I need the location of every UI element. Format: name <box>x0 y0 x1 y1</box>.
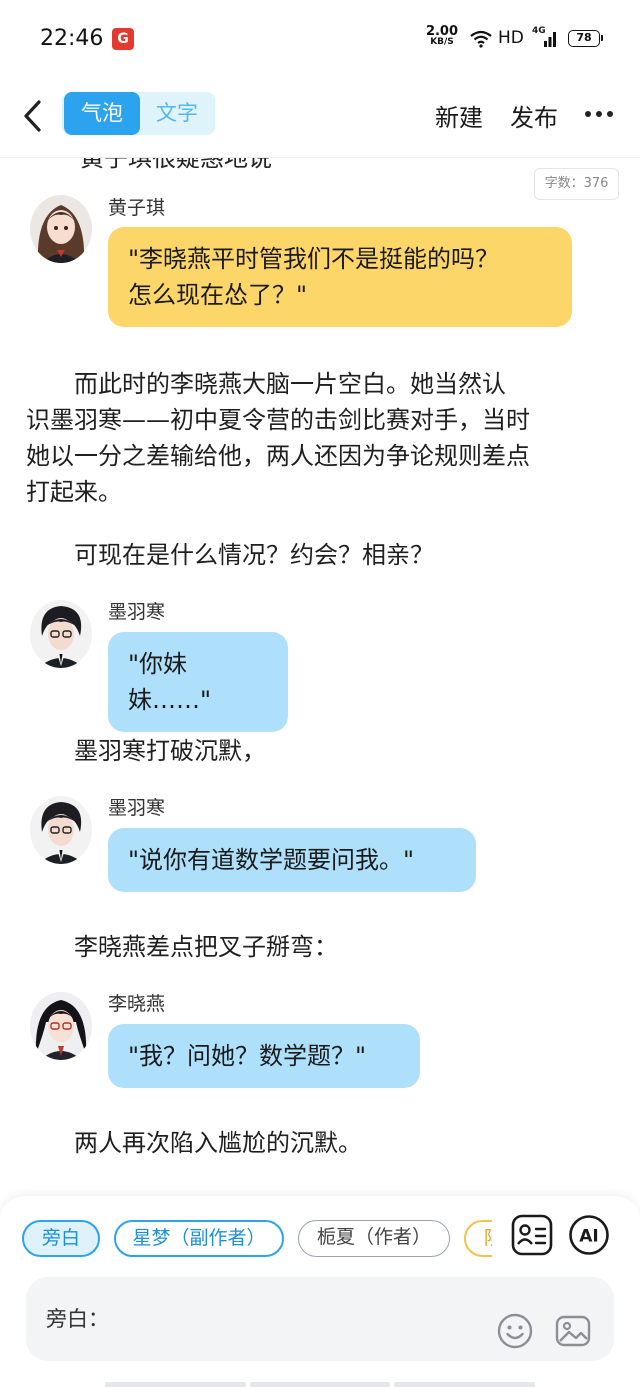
ai-assistant-icon[interactable]: AI <box>568 1214 610 1256</box>
more-options-icon[interactable] <box>584 110 614 118</box>
narration-paragraph[interactable]: 两人再次陷入尴尬的沉默。 <box>26 1125 616 1161</box>
narration-line: 两人再次陷入尴尬的沉默。 <box>26 1129 362 1157</box>
narration-line: 可现在是什么情况？约会？相亲？ <box>26 541 434 569</box>
mode-switch: 气泡 文字 <box>62 92 215 135</box>
role-chip-narration[interactable]: 旁白 <box>22 1220 100 1257</box>
role-chip-author[interactable]: 栀夏（作者） <box>298 1220 450 1257</box>
hint-segment <box>249 1382 391 1387</box>
ai-label: AI <box>579 1227 598 1247</box>
message-line: "李晓燕平时管我们不是挺能的吗？ <box>128 245 500 273</box>
emoji-icon[interactable] <box>496 1312 534 1350</box>
new-button[interactable]: 新建 <box>435 98 483 133</box>
compose-panel: 旁白 星梦（副作者） 栀夏（作者） 陨 AI 旁白： <box>0 1196 640 1387</box>
narration-paragraph[interactable]: 可现在是什么情况？约会？相亲？ <box>26 537 616 573</box>
role-chip-co-author[interactable]: 星梦（副作者） <box>114 1220 284 1257</box>
character-card-icon[interactable] <box>510 1213 554 1257</box>
message-bubble[interactable]: "说你有道数学题要问我。" <box>108 828 476 892</box>
narration-paragraph[interactable]: 李晓燕差点把叉子掰弯： <box>26 929 616 965</box>
speaker-name: 李晓燕 <box>108 993 166 1015</box>
input-role-label: 旁白： <box>46 1307 109 1331</box>
keyboard-hint-bar <box>105 1382 536 1387</box>
boy-avatar-icon <box>30 796 92 864</box>
story-content[interactable]: 黄子琪很疑惑地说 字数：376 黄子琪 "李晓燕平时管我们不是挺能的吗？ 怎么现… <box>0 0 640 1200</box>
narration-line: 她以一分之差输给他，两人还因为争论规则差点 <box>26 442 530 470</box>
speaker-name: 墨羽寒 <box>108 601 166 623</box>
tab-text[interactable]: 文字 <box>139 92 215 135</box>
avatar-mo-yuhan[interactable] <box>30 796 92 864</box>
narration-line: 打起来。 <box>26 478 122 506</box>
message-line: "我？问她？数学题？" <box>128 1042 367 1070</box>
narration-line: 李晓燕差点把叉子掰弯： <box>26 933 338 961</box>
hint-segment <box>394 1382 536 1387</box>
hint-segment <box>105 1382 246 1387</box>
top-toolbar: 气泡 文字 新建 发布 <box>0 78 640 158</box>
message-input[interactable] <box>121 1291 481 1347</box>
boy-avatar-icon <box>30 600 92 668</box>
speaker-name: 黄子琪 <box>108 197 166 219</box>
narration-line: 墨羽寒打破沉默， <box>26 737 266 765</box>
role-selector: 旁白 星梦（副作者） 栀夏（作者） 陨 <box>0 1220 492 1260</box>
role-chip-partial[interactable]: 陨 <box>464 1220 492 1257</box>
tab-bubble[interactable]: 气泡 <box>64 92 140 135</box>
message-bubble[interactable]: "你妹妹……" <box>108 632 288 732</box>
narration-input-box[interactable]: 旁白： <box>26 1277 614 1361</box>
girl-avatar-icon <box>30 195 92 263</box>
message-bubble[interactable]: "李晓燕平时管我们不是挺能的吗？ 怎么现在怂了？" <box>108 227 572 327</box>
girl-glasses-avatar-icon <box>30 992 92 1060</box>
avatar-li-xiaoyan[interactable] <box>30 992 92 1060</box>
narration-paragraph[interactable]: 而此时的李晓燕大脑一片空白。她当然认 识墨羽寒——初中夏令营的击剑比赛对手，当时… <box>26 366 616 510</box>
message-bubble[interactable]: "我？问她？数学题？" <box>108 1024 420 1088</box>
narration-line: 而此时的李晓燕大脑一片空白。她当然认 <box>26 370 506 398</box>
publish-button[interactable]: 发布 <box>510 98 558 133</box>
speaker-name: 墨羽寒 <box>108 797 166 819</box>
message-line: "你妹妹……" <box>128 650 212 714</box>
message-line: "说你有道数学题要问我。" <box>128 846 415 874</box>
avatar-mo-yuhan[interactable] <box>30 600 92 668</box>
avatar-huang-ziqi[interactable] <box>30 195 92 263</box>
word-count-badge: 字数：376 <box>534 168 619 200</box>
narration-line: 识墨羽寒——初中夏令营的击剑比赛对手，当时 <box>26 406 530 434</box>
back-arrow-icon[interactable] <box>18 96 50 136</box>
narration-paragraph[interactable]: 墨羽寒打破沉默， <box>26 733 616 769</box>
message-line: 怎么现在怂了？" <box>128 281 308 309</box>
image-upload-icon[interactable] <box>554 1312 592 1350</box>
